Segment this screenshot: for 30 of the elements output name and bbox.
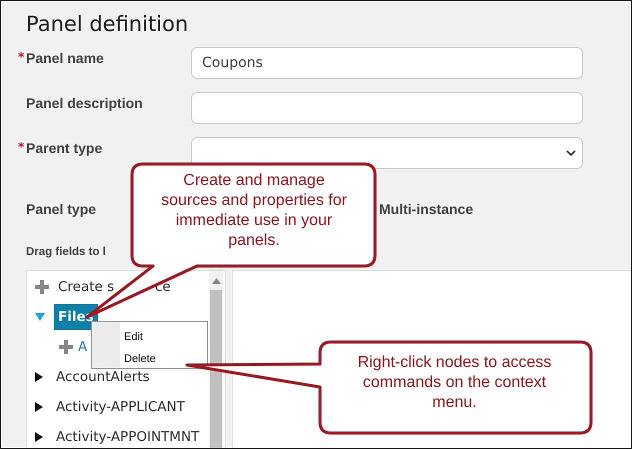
- required-marker: *: [18, 50, 26, 66]
- collapsed-triangle-icon[interactable]: [35, 402, 43, 412]
- menu-item[interactable]: Edit: [124, 328, 143, 350]
- field-label: Panel name: [26, 50, 104, 66]
- plus-icon[interactable]: [59, 340, 73, 354]
- select-field[interactable]: [191, 137, 583, 169]
- tree-node[interactable]: Activity-APPLICANT: [56, 399, 185, 415]
- section-label: Drag fields to l: [25, 246, 106, 260]
- plus-icon[interactable]: [35, 280, 49, 294]
- collapsed-triangle-icon[interactable]: [35, 432, 43, 442]
- expanded-triangle-icon[interactable]: [35, 313, 45, 321]
- text-field[interactable]: Coupons: [191, 47, 583, 79]
- tree-action[interactable]: A: [78, 339, 88, 355]
- field-label: Panel description: [26, 95, 143, 111]
- menu-item[interactable]: Delete: [124, 350, 156, 372]
- chevron-down-icon[interactable]: [566, 150, 576, 157]
- required-marker: *: [18, 140, 26, 156]
- collapsed-triangle-icon[interactable]: [35, 372, 43, 382]
- page-title: Panel definition: [25, 11, 190, 38]
- text-field[interactable]: [191, 92, 583, 124]
- tree-node[interactable]: AccountAlerts: [56, 369, 150, 385]
- field-label: Parent type: [26, 140, 102, 156]
- callout-text: Right-click nodes to access commands on the context menu.: [356, 353, 552, 413]
- scroll-up-icon[interactable]: [212, 278, 220, 284]
- panel-type-value: Multi-instance: [379, 201, 474, 217]
- field-label: Panel type: [26, 201, 96, 217]
- callout-text: Create and manage sources and properties for immediate use in your panels.: [160, 171, 348, 251]
- tree-action[interactable]: Create s: [58, 279, 114, 295]
- tree-node[interactable]: Activity-APPOINTMNT: [56, 429, 200, 445]
- scrollbar-thumb[interactable]: [210, 290, 222, 448]
